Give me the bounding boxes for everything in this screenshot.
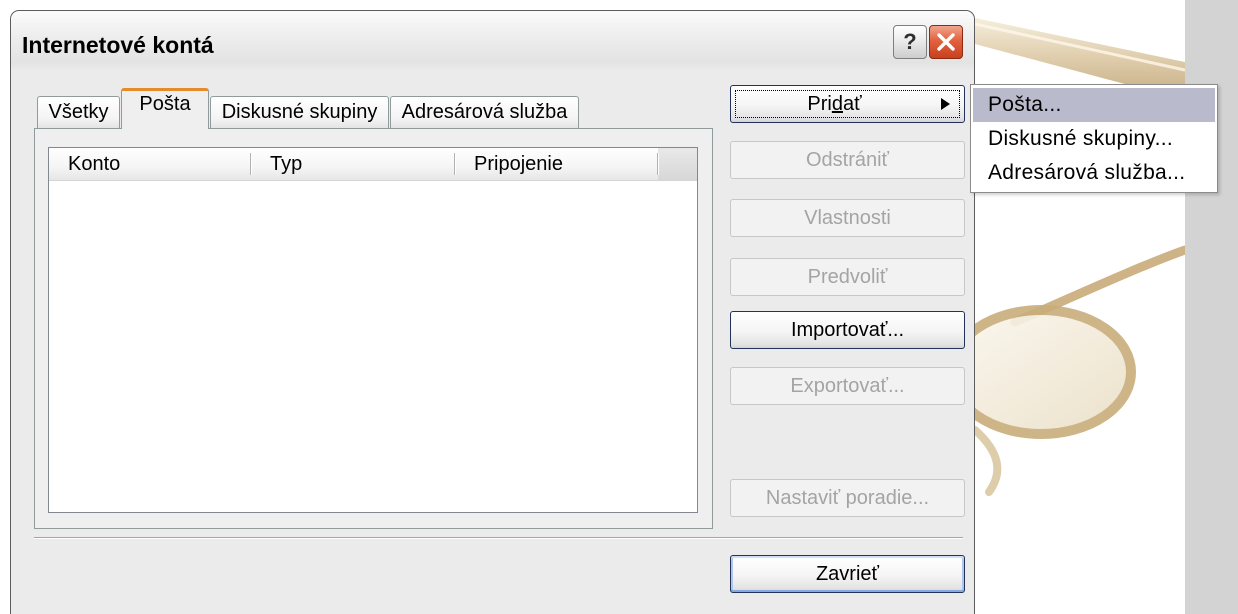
export-button-label: Exportovať...: [790, 375, 905, 397]
help-icon: ?: [903, 29, 917, 54]
close-button[interactable]: Zavrieť: [730, 555, 965, 593]
accounts-list[interactable]: Konto Typ Pripojenie: [48, 147, 698, 513]
close-icon: [937, 33, 955, 51]
remove-button-label: Odstrániť: [805, 149, 890, 171]
separator: [34, 537, 963, 539]
tab-label: Pošta: [139, 93, 191, 115]
properties-button[interactable]: Vlastnosti: [730, 199, 965, 237]
add-submenu: Pošta... Diskusné skupiny... Adresárová …: [970, 84, 1218, 193]
set-default-button-label: Predvoliť: [807, 266, 888, 288]
set-order-button[interactable]: Nastaviť poradie...: [730, 479, 965, 517]
export-button[interactable]: Exportovať...: [730, 367, 965, 405]
tab-mail[interactable]: Pošta: [121, 88, 209, 129]
tab-label: Všetky: [48, 101, 109, 123]
list-header: Konto Typ Pripojenie: [49, 148, 697, 181]
column-header-filler: [658, 148, 697, 180]
column-header-label: Typ: [270, 153, 303, 175]
set-order-button-label: Nastaviť poradie...: [765, 487, 930, 509]
column-header-account[interactable]: Konto: [49, 148, 251, 180]
remove-button[interactable]: Odstrániť: [730, 141, 965, 179]
menu-item-newsgroups[interactable]: Diskusné skupiny...: [973, 122, 1215, 156]
help-button[interactable]: ?: [893, 25, 927, 59]
import-button-label: Importovať...: [790, 319, 905, 341]
close-window-button[interactable]: [929, 25, 963, 59]
window-title: Internetové kontá: [22, 32, 214, 58]
column-header-label: Konto: [68, 153, 121, 175]
import-button[interactable]: Importovať...: [730, 311, 965, 349]
menu-item-directory-service[interactable]: Adresárová služba...: [973, 156, 1215, 190]
tab-label: Adresárová služba: [401, 101, 568, 123]
tab-directory-service[interactable]: Adresárová služba: [390, 96, 579, 128]
tab-label: Diskusné skupiny: [221, 101, 378, 123]
tab-panel-mail: Konto Typ Pripojenie: [34, 128, 713, 529]
properties-button-label: Vlastnosti: [804, 207, 891, 229]
submenu-arrow-icon: [941, 98, 950, 110]
menu-item-label: Pošta...: [988, 93, 1062, 116]
close-button-label: Zavrieť: [815, 563, 880, 585]
tab-newsgroups[interactable]: Diskusné skupiny: [210, 96, 389, 128]
add-button[interactable]: Pridať: [730, 85, 965, 123]
column-header-type[interactable]: Typ: [251, 148, 455, 180]
list-body[interactable]: [49, 181, 697, 512]
internet-accounts-dialog: Internetové kontá ? Všetky Pošta Diskusn…: [10, 10, 975, 614]
title-bar[interactable]: Internetové kontá ?: [11, 11, 974, 71]
menu-item-label: Adresárová služba...: [988, 161, 1186, 184]
column-header-label: Pripojenie: [474, 153, 563, 175]
focus-rectangle: [735, 90, 960, 118]
menu-item-label: Diskusné skupiny...: [988, 127, 1174, 150]
tab-all[interactable]: Všetky: [37, 96, 120, 128]
column-header-connection[interactable]: Pripojenie: [455, 148, 658, 180]
menu-item-mail[interactable]: Pošta...: [973, 88, 1215, 122]
set-default-button[interactable]: Predvoliť: [730, 258, 965, 296]
